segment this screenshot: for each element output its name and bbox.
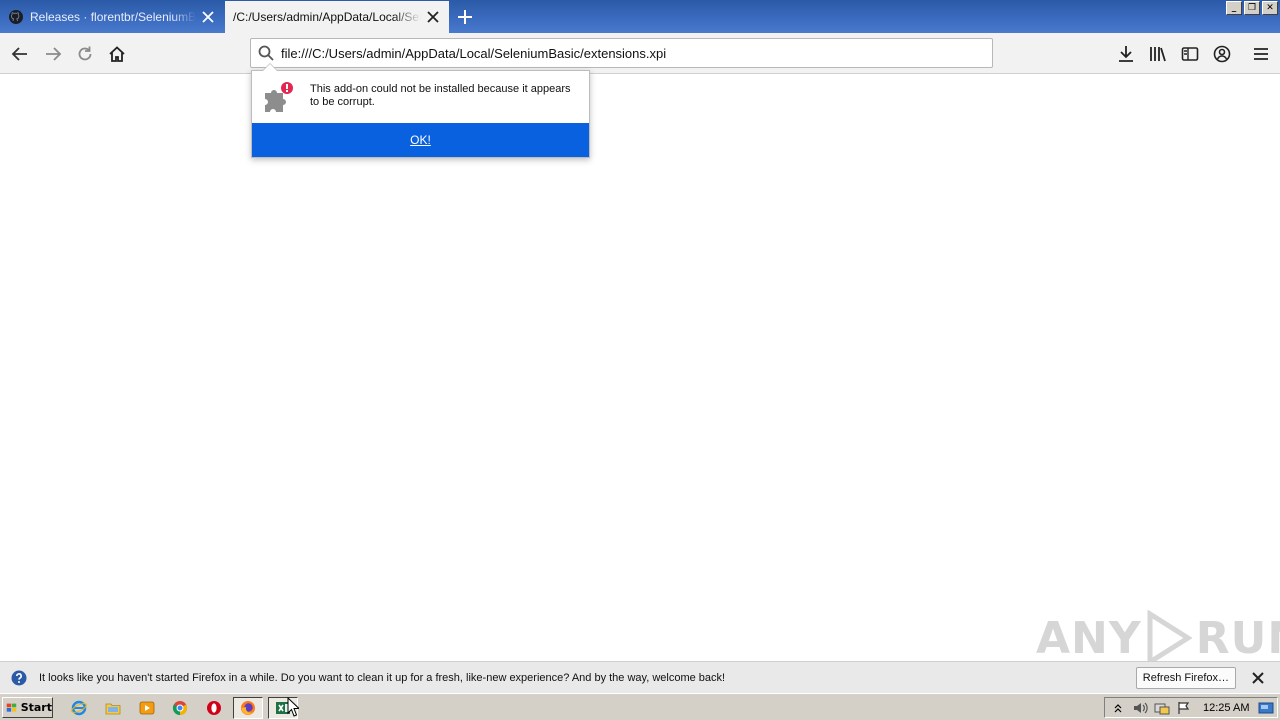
home-button[interactable] <box>104 41 130 67</box>
watermark-left-text: ANY <box>1036 612 1142 664</box>
anyrun-watermark: ANY RUN <box>1036 608 1280 668</box>
media-player-icon <box>139 701 155 715</box>
minimize-button[interactable]: _ <box>1226 1 1242 15</box>
taskbar-ie[interactable] <box>69 698 89 718</box>
windows-flag-icon <box>6 703 17 712</box>
home-icon <box>109 46 125 62</box>
addon-install-error-popup: This add-on could not be installed becau… <box>251 63 590 158</box>
url-bar[interactable]: file:///C:/Users/admin/AppData/Local/Sel… <box>250 38 993 68</box>
hamburger-menu-icon <box>1254 48 1268 60</box>
taskbar-firefox[interactable] <box>233 697 263 719</box>
taskbar-opera[interactable] <box>204 698 224 718</box>
close-tab-icon[interactable] <box>421 5 445 29</box>
question-icon <box>11 670 27 685</box>
download-icon <box>1119 46 1133 62</box>
menu-button[interactable] <box>1248 41 1274 67</box>
notification-message: It looks like you haven't started Firefo… <box>39 671 726 684</box>
opera-icon <box>207 701 221 715</box>
watermark-right-text: RUN <box>1195 612 1280 664</box>
close-notification-icon[interactable] <box>1248 668 1268 688</box>
close-tab-icon[interactable] <box>196 5 220 29</box>
library-button[interactable] <box>1145 41 1171 67</box>
ok-button[interactable]: OK! <box>252 123 589 157</box>
github-icon <box>9 10 23 24</box>
downloads-button[interactable] <box>1113 41 1139 67</box>
back-button[interactable] <box>7 41 33 67</box>
show-desktop-icon[interactable] <box>1257 700 1275 716</box>
taskbar-clock[interactable]: 12:25 AM <box>1203 702 1249 714</box>
windows-taskbar: Start 12:25 AM <box>0 693 1280 720</box>
refresh-firefox-button[interactable]: Refresh Firefox… <box>1135 666 1236 689</box>
popup-arrow <box>262 63 278 71</box>
network-icon[interactable] <box>1153 700 1171 716</box>
navigation-toolbar: file:///C:/Users/admin/AppData/Local/Sel… <box>0 33 1280 74</box>
tray-expand-icon[interactable] <box>1109 700 1127 716</box>
volume-icon[interactable] <box>1131 700 1149 716</box>
new-tab-button[interactable] <box>452 4 478 30</box>
tab-strip: Releases · florentbr/SeleniumBasic /C:/U… <box>0 0 1280 33</box>
firefox-icon <box>241 701 255 715</box>
chrome-icon <box>172 701 188 716</box>
folder-icon <box>105 703 121 715</box>
play-triangle-icon <box>1147 610 1192 666</box>
account-button[interactable] <box>1209 41 1235 67</box>
taskbar-media-player[interactable] <box>137 698 157 718</box>
forward-button[interactable] <box>40 41 66 67</box>
mouse-cursor-icon <box>287 697 299 717</box>
start-button[interactable]: Start <box>2 697 53 718</box>
reload-button[interactable] <box>72 41 98 67</box>
forward-arrow-icon <box>46 47 62 61</box>
puzzle-piece-error-icon <box>265 82 293 112</box>
start-label: Start <box>20 701 52 714</box>
internet-explorer-icon <box>71 700 87 716</box>
close-window-button[interactable]: ✕ <box>1262 1 1278 15</box>
taskbar-chrome[interactable] <box>170 698 190 718</box>
back-arrow-icon <box>11 47 27 61</box>
tab-releases[interactable]: Releases · florentbr/SeleniumBasic <box>0 1 224 33</box>
refresh-firefox-notification: It looks like you haven't started Firefo… <box>0 661 1280 693</box>
library-icon <box>1150 47 1166 62</box>
plus-icon <box>458 10 472 24</box>
tab-extensions-xpi[interactable]: /C:/Users/admin/AppData/Local/SeleniumBa… <box>225 1 449 33</box>
search-icon <box>251 45 281 61</box>
sidebar-icon <box>1181 47 1199 61</box>
popup-message: This add-on could not be installed becau… <box>310 83 571 108</box>
sidebar-button[interactable] <box>1177 41 1203 67</box>
taskbar-explorer[interactable] <box>103 698 123 718</box>
url-text[interactable]: file:///C:/Users/admin/AppData/Local/Sel… <box>281 46 666 61</box>
account-icon <box>1213 45 1231 63</box>
system-tray: 12:25 AM <box>1104 697 1278 718</box>
action-center-flag-icon[interactable] <box>1175 700 1193 716</box>
restore-button[interactable]: ❐ <box>1244 1 1260 15</box>
tab-label: Releases · florentbr/SeleniumBasic <box>30 10 196 24</box>
reload-icon <box>78 46 92 61</box>
window-controls: _ ❐ ✕ <box>1226 1 1278 15</box>
tab-label: /C:/Users/admin/AppData/Local/SeleniumBa… <box>233 10 421 24</box>
